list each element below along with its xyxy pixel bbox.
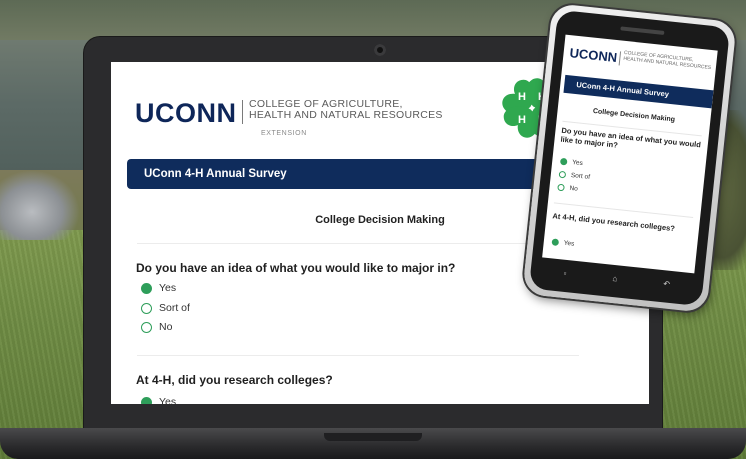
radio-icon[interactable]	[557, 183, 565, 192]
svg-text:H: H	[518, 114, 526, 126]
college-name-line2: HEALTH AND NATURAL RESOURCES	[249, 109, 443, 121]
radio-selected-icon[interactable]	[141, 282, 152, 294]
question-divider	[137, 355, 579, 356]
recent-apps-icon[interactable]: ▫	[563, 268, 567, 277]
option-label: No	[569, 184, 579, 193]
radio-selected-icon[interactable]	[559, 157, 568, 166]
college-name: COLLEGE OF AGRICULTURE, HEALTH AND NATUR…	[623, 50, 712, 71]
survey-banner: UConn 4-H Annual Survey	[563, 74, 714, 109]
option-label: Sort of	[159, 302, 190, 314]
option-sort-of[interactable]: Sort of	[558, 170, 591, 181]
option-yes[interactable]: Yes	[141, 396, 176, 404]
option-label: Yes	[563, 239, 575, 248]
camera-icon	[374, 44, 386, 56]
question-major: Do you have an idea of what you would li…	[560, 125, 702, 150]
section-divider	[137, 243, 579, 244]
option-no[interactable]: No	[141, 321, 172, 333]
radio-selected-icon[interactable]	[551, 238, 560, 247]
option-no[interactable]: No	[557, 183, 579, 193]
radio-selected-icon[interactable]	[141, 396, 152, 404]
uconn-logo: UCONN	[568, 45, 618, 66]
question-research: At 4-H, did you research colleges?	[136, 373, 333, 387]
laptop-notch	[324, 433, 422, 441]
option-sort-of[interactable]: Sort of	[141, 302, 190, 314]
background-rocks	[0, 170, 80, 240]
survey-title: UConn 4-H Annual Survey	[575, 80, 670, 99]
back-icon[interactable]: ↶	[663, 279, 671, 289]
survey-title: UConn 4-H Annual Survey	[144, 168, 287, 180]
phone-screen: UCONN COLLEGE OF AGRICULTURE, HEALTH AND…	[542, 34, 718, 274]
radio-icon[interactable]	[141, 302, 152, 314]
extension-label: EXTENSION	[261, 130, 307, 137]
option-label: Yes	[159, 282, 177, 294]
radio-icon[interactable]	[141, 321, 152, 333]
college-name: COLLEGE OF AGRICULTURE, HEALTH AND NATUR…	[249, 99, 443, 121]
option-yes[interactable]: Yes	[559, 157, 584, 168]
option-label: Sort of	[570, 171, 591, 181]
radio-icon[interactable]	[558, 170, 567, 179]
option-yes[interactable]: Yes	[551, 238, 575, 248]
option-label: Yes	[571, 159, 584, 168]
svg-text:H: H	[518, 91, 526, 103]
uconn-logo: UCONN	[135, 98, 237, 128]
home-icon[interactable]: ⌂	[612, 273, 618, 282]
option-label: No	[159, 321, 173, 333]
option-yes[interactable]: Yes	[141, 282, 176, 294]
logo-divider	[618, 51, 622, 66]
question-major: Do you have an idea of what you would li…	[136, 261, 456, 275]
option-label: Yes	[159, 396, 177, 404]
logo-divider	[242, 100, 243, 124]
phone: UCONN COLLEGE OF AGRICULTURE, HEALTH AND…	[522, 3, 737, 313]
